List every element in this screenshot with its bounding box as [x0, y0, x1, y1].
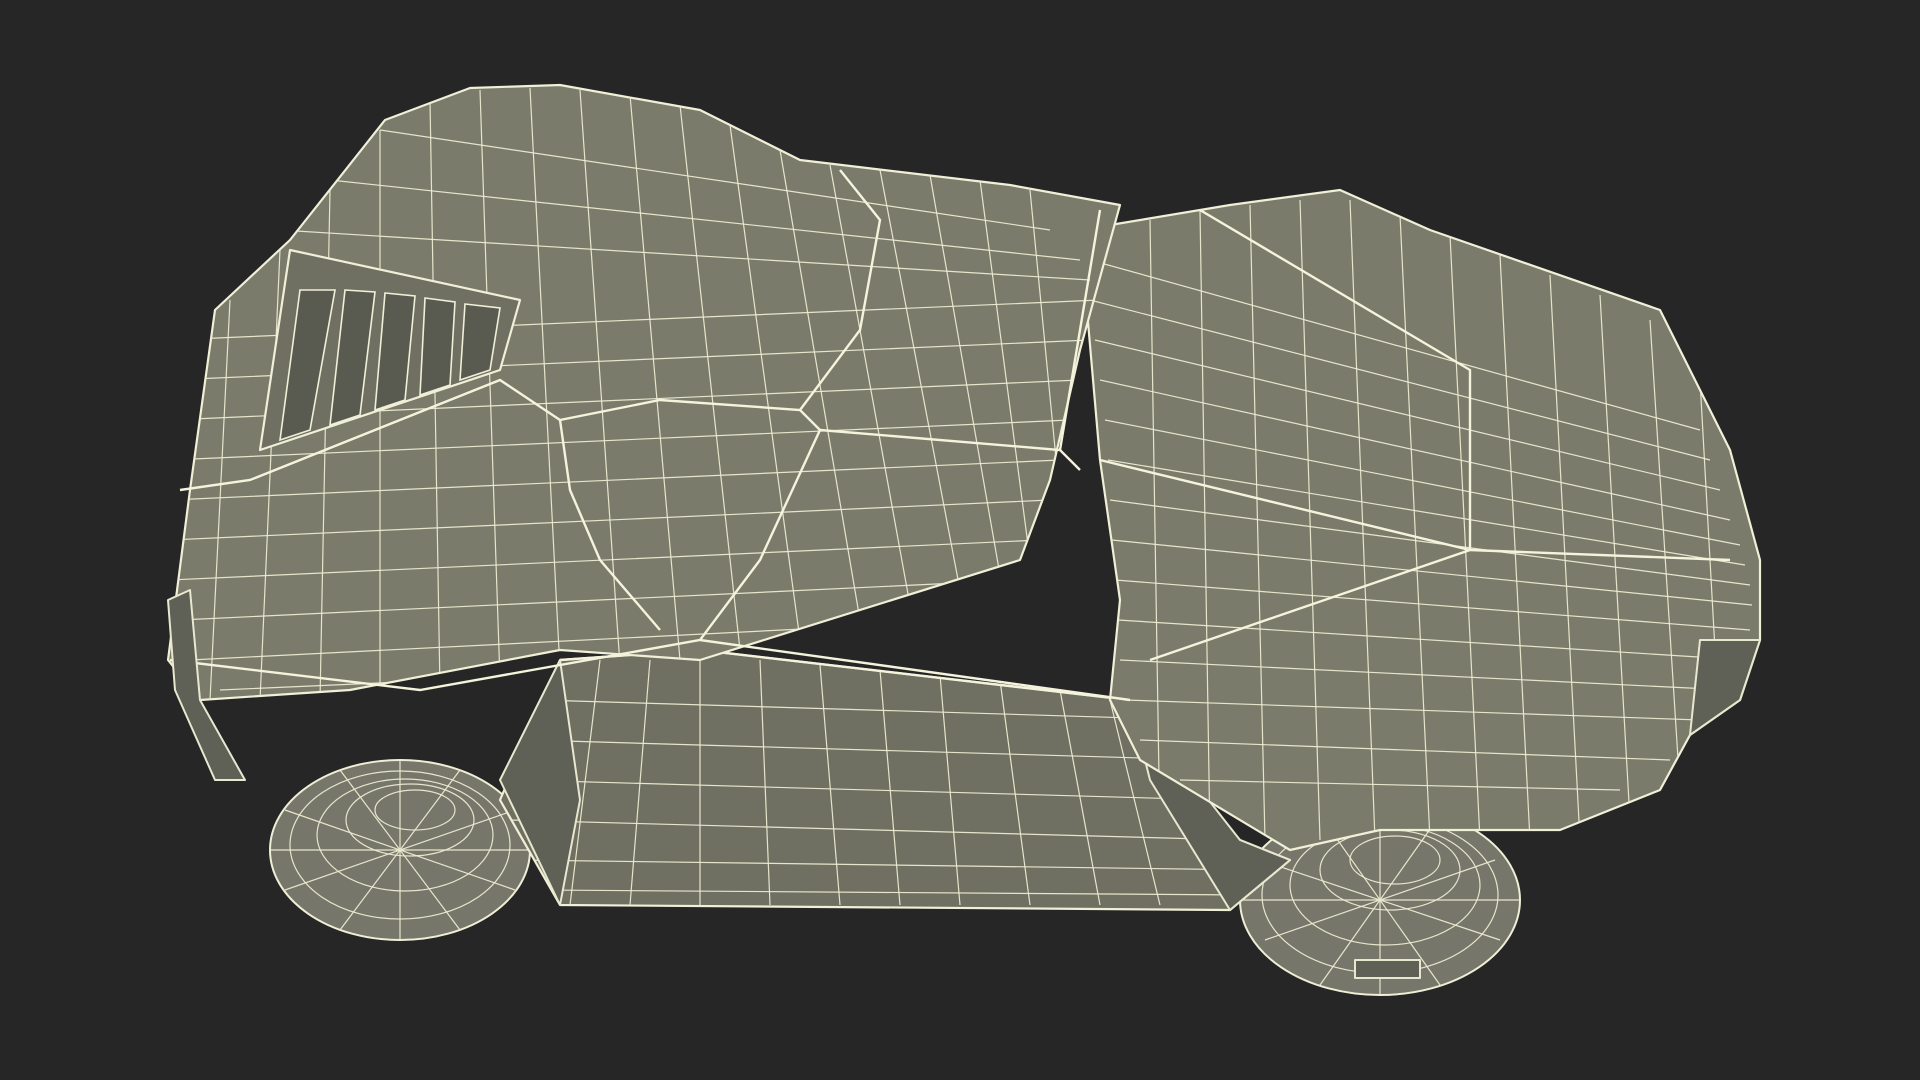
rear-body-shell: [1078, 188, 1762, 852]
front-wheel: [269, 759, 531, 941]
render-viewport: [0, 0, 1920, 1080]
mower-wireframe-model: [166, 83, 1762, 996]
